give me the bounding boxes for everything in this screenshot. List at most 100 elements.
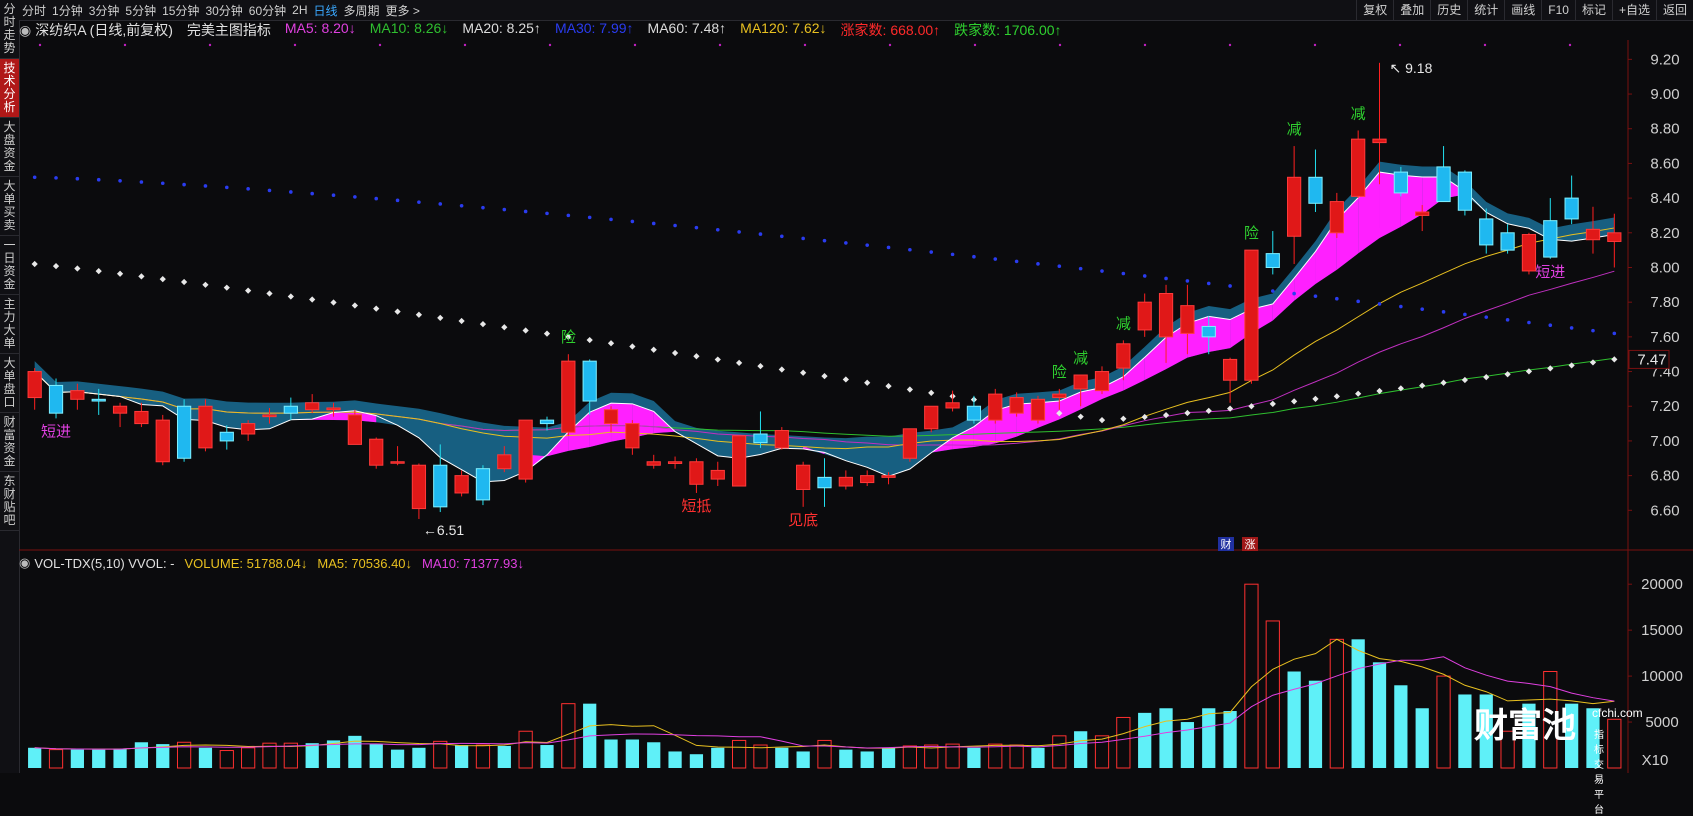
candle[interactable] [347,409,362,445]
settings-circle-icon[interactable]: ◉ [19,22,31,39]
candle[interactable] [966,395,982,424]
period-tab[interactable]: 30分钟 [205,2,242,19]
event-marker[interactable]: 财 [1221,537,1232,551]
candle[interactable] [305,394,320,414]
toolbar-button[interactable]: 历史 [1430,0,1467,20]
sidebar-item[interactable]: 分时走势 [0,0,19,59]
candle[interactable] [710,461,725,487]
indicator-name[interactable]: 完美主图指标 [187,20,271,40]
candle[interactable] [1564,175,1579,225]
sidebar-item[interactable]: 财富资金 [0,413,19,472]
candle[interactable] [817,458,832,507]
candle[interactable] [582,359,597,415]
candle[interactable] [369,437,384,469]
event-marker[interactable]: 涨 [1245,538,1256,551]
candle[interactable] [70,383,85,410]
toolbar-button[interactable]: 画线 [1504,0,1541,20]
candle[interactable] [283,397,298,421]
candle[interactable] [219,425,234,450]
kline-chart[interactable]: 9.20 9.00 8.80 8.60 8.40 8.20 8.00 7.80 7.60 7.40… [0,0,1693,773]
candle[interactable] [1415,205,1430,232]
candle[interactable] [1521,232,1537,275]
candle[interactable] [1094,366,1110,395]
candle[interactable] [198,399,213,452]
candle[interactable] [1180,284,1195,355]
candle[interactable] [731,435,747,487]
candle[interactable] [475,465,491,506]
candle[interactable] [112,402,128,428]
candle[interactable] [1436,146,1451,203]
candle[interactable] [881,472,896,485]
candle[interactable] [1585,206,1601,254]
toolbar-button[interactable]: 统计 [1467,0,1504,20]
sidebar-item[interactable]: 东财贴吧 [0,472,19,531]
candle[interactable] [1265,231,1280,275]
candle[interactable] [1158,284,1174,363]
candle[interactable] [774,427,789,450]
candle[interactable] [1052,388,1067,410]
candle[interactable] [1009,392,1024,417]
period-tab[interactable]: 60分钟 [249,2,286,19]
candle[interactable] [1329,192,1344,238]
candle[interactable] [1137,293,1152,337]
candle[interactable] [1308,149,1323,212]
candle[interactable] [91,388,106,415]
period-tab[interactable]: 日线 [314,2,338,19]
candle[interactable] [134,402,149,428]
candle[interactable] [1479,208,1494,254]
candle[interactable] [1457,170,1473,216]
candle[interactable] [625,420,640,455]
candle[interactable] [27,368,42,410]
candle[interactable] [561,354,576,436]
candle[interactable] [689,458,704,493]
candle[interactable] [1500,224,1515,254]
period-tab[interactable]: 2H [292,3,307,17]
period-tab[interactable]: 3分钟 [89,2,120,19]
period-tab[interactable]: 分时 [22,2,46,19]
candle[interactable] [326,402,341,417]
candle[interactable] [796,461,811,507]
sidebar-item[interactable]: 大单盘口 [0,354,19,413]
candle[interactable] [1372,62,1387,185]
period-tab[interactable]: 更多 > [386,2,420,19]
volume-indicator-title[interactable]: VOL-TDX(5,10) VVOL: - [34,556,174,571]
candle[interactable] [1030,395,1046,424]
candle[interactable] [411,463,427,519]
sidebar-item[interactable]: 技术分析 [0,59,19,118]
candle[interactable] [518,419,533,483]
settings-circle-icon[interactable]: ◉ [19,555,30,571]
candle[interactable] [1073,374,1088,407]
candle[interactable] [646,454,661,469]
candle[interactable] [924,405,939,433]
candle[interactable] [155,414,170,466]
candle[interactable] [241,420,256,441]
candle[interactable] [945,390,960,412]
sidebar-item[interactable]: 大盘资金 [0,118,19,177]
period-tab[interactable]: 多周期 [344,2,380,19]
candle[interactable] [48,378,64,419]
candle[interactable] [176,399,192,462]
candle[interactable] [603,406,619,433]
candle[interactable] [667,456,683,469]
candle[interactable] [1116,340,1131,381]
candle[interactable] [390,446,405,466]
candle[interactable] [1543,198,1558,259]
toolbar-button[interactable]: 标记 [1574,0,1612,20]
toolbar-button[interactable]: 复权 [1356,0,1393,20]
period-tab[interactable]: 1分钟 [52,2,83,19]
toolbar-button[interactable]: +自选 [1611,0,1656,20]
candle[interactable] [497,446,512,473]
candle[interactable] [902,428,918,462]
sidebar-item[interactable]: 大单买卖 [0,177,19,236]
candle[interactable] [433,444,448,513]
candle[interactable] [1201,316,1216,355]
candle[interactable] [753,411,768,448]
candle[interactable] [1393,166,1408,197]
candle[interactable] [860,470,875,487]
candle[interactable] [1287,146,1302,265]
toolbar-button[interactable]: F10 [1541,0,1575,20]
candle[interactable] [838,470,853,490]
sidebar-item[interactable]: 主力大单 [0,295,19,354]
candle[interactable] [1222,357,1238,403]
candle[interactable] [539,416,555,431]
